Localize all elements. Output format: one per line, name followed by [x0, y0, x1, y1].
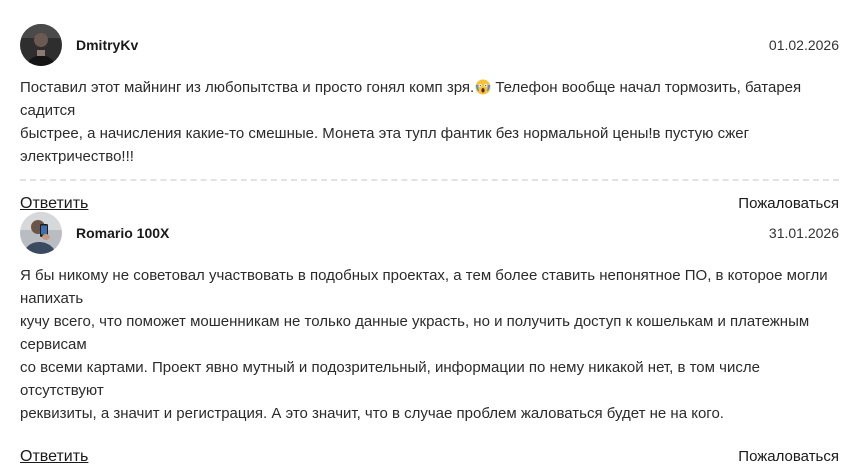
comment-header: DmitryKv 01.02.2026 [20, 24, 839, 66]
report-link[interactable]: Пожаловаться [738, 195, 839, 212]
comment-divider [20, 179, 839, 181]
comment-date: 31.01.2026 [768, 225, 839, 241]
comment-date: 01.02.2026 [768, 37, 839, 53]
reply-link[interactable]: Ответить [20, 195, 88, 213]
avatar[interactable] [20, 212, 62, 254]
avatar-photo [20, 212, 62, 254]
comment-header: Romario 100X 31.01.2026 [20, 212, 839, 254]
avatar[interactable] [20, 24, 62, 66]
face-screaming-icon [475, 79, 491, 95]
comment-text-part: Поставил этот майнинг из любопытства и п… [20, 79, 475, 96]
report-link[interactable]: Пожаловаться [738, 448, 839, 465]
comment-text: Поставил этот майнинг из любопытства и п… [20, 76, 839, 168]
comment-author[interactable]: DmitryKv [76, 37, 138, 53]
comment-author[interactable]: Romario 100X [76, 225, 169, 241]
comment-text: Я бы никому не советовал участвовать в п… [20, 267, 828, 422]
comment: Romario 100X 31.01.2026 Я бы никому не с… [20, 212, 839, 470]
reply-link[interactable]: Ответить [20, 448, 88, 466]
comment: DmitryKv 01.02.2026 Поставил этот майнин… [20, 24, 839, 217]
comment-actions: Ответить Пожаловаться [20, 448, 839, 470]
avatar-photo [20, 24, 62, 66]
